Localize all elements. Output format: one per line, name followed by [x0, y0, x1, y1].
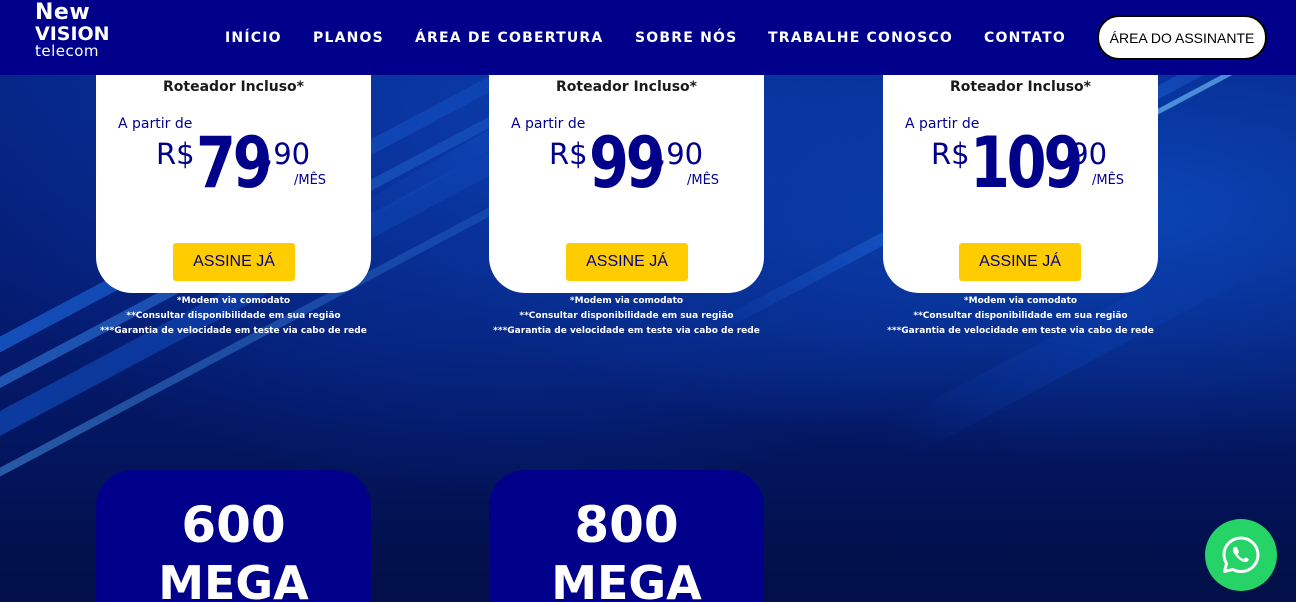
logo-line-3: telecom: [35, 42, 100, 60]
nav-item-contato[interactable]: CONTATO: [984, 30, 1066, 46]
subscribe-button[interactable]: ASSINE JÁ: [959, 243, 1081, 281]
brand-logo[interactable]: New VISION telecom: [35, 2, 110, 59]
footnote-modem: *Modem via comodato: [569, 296, 684, 306]
currency-symbol: R$: [156, 137, 195, 171]
footnote-speed-guarantee: ***Garantia de velocidade em teste via c…: [493, 326, 760, 336]
speed-unit: MEGA: [551, 556, 702, 602]
price-from-label: A partir de: [905, 116, 980, 132]
footnote-modem: *Modem via comodato: [176, 296, 291, 306]
nav-item-inicio[interactable]: INÍCIO: [225, 30, 282, 46]
footnote-availability: **Consultar disponibilidade em sua regiã…: [519, 311, 734, 321]
footnote-modem: *Modem via comodato: [963, 296, 1078, 306]
speed-card: 800 MEGA: [489, 470, 764, 602]
footnote-availability: **Consultar disponibilidade em sua regiã…: [126, 311, 341, 321]
price-period: /MÊS: [687, 173, 720, 188]
subscribe-button[interactable]: ASSINE JÁ: [173, 243, 295, 281]
nav-item-sobre-nos[interactable]: SOBRE NÓS: [635, 30, 737, 46]
router-included-label: Roteador Incluso*: [556, 79, 697, 95]
nav-item-planos[interactable]: PLANOS: [313, 30, 384, 46]
price-from-label: A partir de: [118, 116, 193, 132]
site-header: New VISION telecom INÍCIO PLANOS ÁREA DE…: [0, 0, 1296, 75]
router-included-label: Roteador Incluso*: [163, 79, 304, 95]
plan-card: Roteador Incluso* A partir de R$ 109 ,90…: [883, 60, 1158, 293]
plan-footnotes: *Modem via comodato **Consultar disponib…: [96, 294, 371, 339]
router-included-label: Roteador Incluso*: [950, 79, 1091, 95]
plan-footnotes: *Modem via comodato **Consultar disponib…: [489, 294, 764, 339]
nav-item-trabalhe-conosco[interactable]: TRABALHE CONOSCO: [768, 30, 953, 46]
price-period: /MÊS: [294, 173, 327, 188]
price-from-label: A partir de: [511, 116, 586, 132]
price-integer: 99: [589, 122, 666, 204]
subscriber-area-button[interactable]: ÁREA DO ASSINANTE: [1097, 15, 1267, 60]
price-period: /MÊS: [1092, 173, 1125, 188]
logo-line-1: New: [35, 0, 91, 25]
subscribe-button[interactable]: ASSINE JÁ: [566, 243, 688, 281]
whatsapp-icon: [1222, 536, 1260, 573]
speed-unit: MEGA: [158, 556, 309, 602]
price-cents: ,90: [657, 137, 704, 171]
footnote-speed-guarantee: ***Garantia de velocidade em teste via c…: [887, 326, 1154, 336]
plan-card: Roteador Incluso* A partir de R$ 99 ,90 …: [489, 60, 764, 293]
currency-symbol: R$: [931, 137, 970, 171]
whatsapp-button[interactable]: [1205, 519, 1277, 591]
speed-value: 600: [181, 496, 286, 554]
footnote-availability: **Consultar disponibilidade em sua regiã…: [913, 311, 1128, 321]
currency-symbol: R$: [549, 137, 588, 171]
price-cents: ,90: [1061, 137, 1108, 171]
price-cents: ,90: [264, 137, 311, 171]
nav-item-area-de-cobertura[interactable]: ÁREA DE COBERTURA: [415, 30, 603, 46]
footnote-speed-guarantee: ***Garantia de velocidade em teste via c…: [100, 326, 367, 336]
speed-card: 600 MEGA: [96, 470, 371, 602]
plan-card: Roteador Incluso* A partir de R$ 79 ,90 …: [96, 60, 371, 293]
speed-value: 800: [574, 496, 679, 554]
price-integer: 79: [196, 122, 273, 204]
plan-footnotes: *Modem via comodato **Consultar disponib…: [883, 294, 1158, 339]
